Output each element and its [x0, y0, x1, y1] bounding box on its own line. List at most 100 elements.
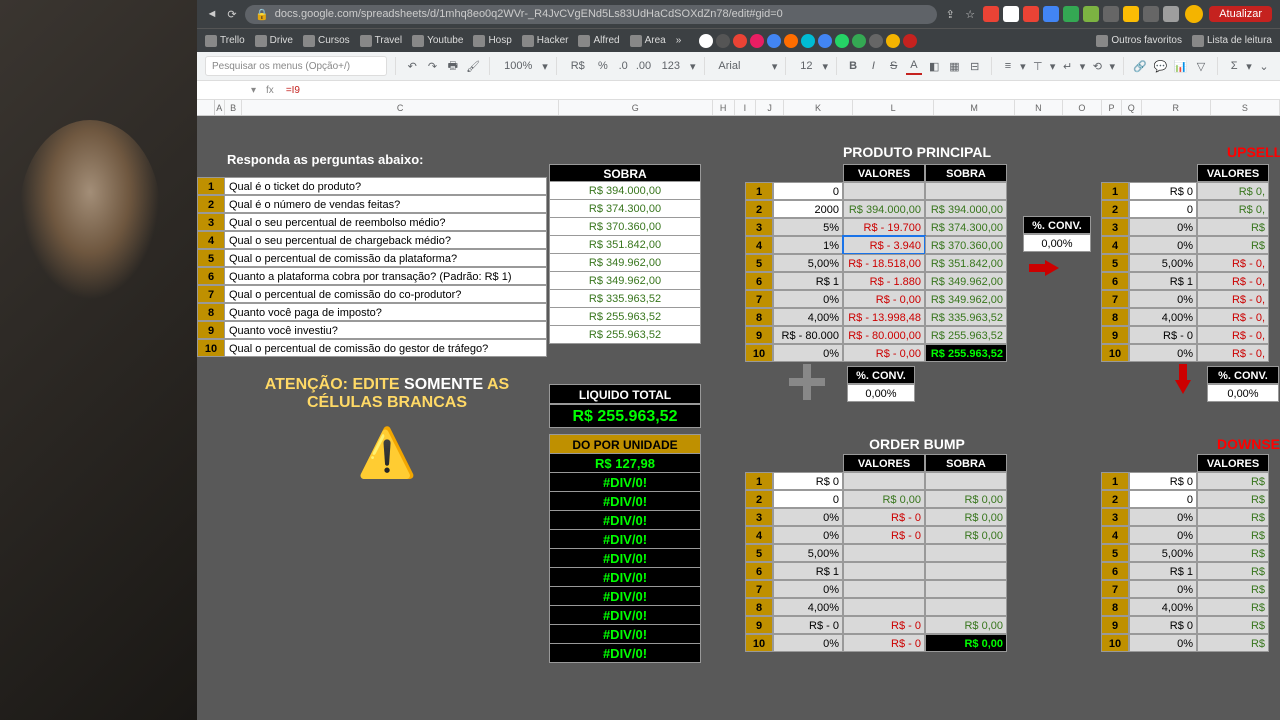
- currency-btn[interactable]: R$: [565, 60, 591, 72]
- bookmark-item[interactable]: Hacker: [522, 35, 569, 47]
- input-cell[interactable]: 0%: [773, 634, 843, 652]
- value-cell[interactable]: [843, 598, 925, 616]
- unidade-cell[interactable]: #DIV/0!: [549, 606, 701, 625]
- sobra-cell[interactable]: R$ 374.300,00: [549, 200, 701, 218]
- input-cell[interactable]: R$ 1: [1129, 272, 1197, 290]
- bookmark-item[interactable]: Alfred: [578, 35, 619, 47]
- bookmark-item[interactable]: Drive: [255, 35, 293, 47]
- unidade-cell[interactable]: #DIV/0!: [549, 492, 701, 511]
- back-icon[interactable]: ◄: [205, 7, 219, 21]
- input-cell[interactable]: R$ 0: [1129, 616, 1197, 634]
- sobra-cell[interactable]: R$ 349.962,00: [549, 254, 701, 272]
- value-cell[interactable]: R$: [1197, 526, 1269, 544]
- app-icon[interactable]: [750, 34, 764, 48]
- value-cell[interactable]: R$ - 80.000,00: [843, 326, 925, 344]
- input-cell[interactable]: 0%: [773, 580, 843, 598]
- halign-icon[interactable]: ≡: [1000, 57, 1016, 75]
- value-cell[interactable]: R$: [1197, 472, 1269, 490]
- input-cell[interactable]: R$ 1: [773, 562, 843, 580]
- value-cell[interactable]: R$: [1197, 544, 1269, 562]
- fontsize-select[interactable]: 12: [794, 60, 818, 72]
- value-cell[interactable]: R$ - 0: [843, 526, 925, 544]
- app-icon[interactable]: [869, 34, 883, 48]
- input-cell[interactable]: 0%: [773, 508, 843, 526]
- question-cell[interactable]: Qual o percentual de comissão da platafo…: [225, 249, 547, 267]
- avatar-icon[interactable]: [1185, 5, 1203, 23]
- strike-icon[interactable]: S: [886, 57, 902, 75]
- input-cell[interactable]: 0%: [1129, 526, 1197, 544]
- input-cell[interactable]: R$ 0: [1129, 472, 1197, 490]
- input-cell[interactable]: 0%: [773, 344, 843, 362]
- input-cell[interactable]: R$ - 0: [1129, 326, 1197, 344]
- value-cell[interactable]: [843, 544, 925, 562]
- input-cell[interactable]: 0%: [773, 526, 843, 544]
- sobra-cell[interactable]: R$ 335.963,52: [549, 290, 701, 308]
- font-select[interactable]: Arial: [712, 60, 767, 72]
- borders-icon[interactable]: ▦: [946, 57, 962, 75]
- input-cell[interactable]: 0%: [1129, 236, 1197, 254]
- sobra-cell[interactable]: [925, 562, 1007, 580]
- bookmark-item[interactable]: Area: [630, 35, 666, 47]
- value-cell[interactable]: R$ - 18.518,00: [843, 254, 925, 272]
- value-cell[interactable]: R$ - 0,: [1197, 254, 1269, 272]
- question-cell[interactable]: Qual o percentual de comissão do co-prod…: [225, 285, 547, 303]
- redo-icon[interactable]: ↷: [424, 57, 440, 75]
- formula-value[interactable]: =I9: [280, 85, 306, 96]
- input-cell[interactable]: R$ - 0: [773, 616, 843, 634]
- input-cell[interactable]: 5,00%: [773, 544, 843, 562]
- input-cell[interactable]: 2000: [773, 200, 843, 218]
- star-icon[interactable]: ☆: [963, 7, 977, 21]
- sobra-cell[interactable]: R$ 370.360,00: [549, 218, 701, 236]
- comment-icon[interactable]: 💬: [1152, 57, 1168, 75]
- puzzle-icon[interactable]: [1163, 6, 1179, 22]
- sobra-cell[interactable]: R$ 335.963,52: [925, 308, 1007, 326]
- sobra-cell[interactable]: R$ 0,00: [925, 634, 1007, 652]
- app-icon[interactable]: [903, 34, 917, 48]
- value-cell[interactable]: R$ 394.000,00: [843, 200, 925, 218]
- sobra-cell[interactable]: R$ 349.962,00: [925, 290, 1007, 308]
- question-cell[interactable]: Quanto você investiu?: [225, 321, 547, 339]
- value-cell[interactable]: R$ - 0: [843, 616, 925, 634]
- chevron-down-icon[interactable]: ▾: [247, 85, 260, 96]
- input-cell[interactable]: 5,00%: [1129, 544, 1197, 562]
- sobra-cell[interactable]: R$ 349.962,00: [549, 272, 701, 290]
- ext-icon[interactable]: [1123, 6, 1139, 22]
- input-cell[interactable]: R$ - 80.000: [773, 326, 843, 344]
- app-icon[interactable]: [852, 34, 866, 48]
- value-cell[interactable]: R$: [1197, 616, 1269, 634]
- value-cell[interactable]: R$ - 0,00: [843, 290, 925, 308]
- update-button[interactable]: Atualizar: [1209, 6, 1272, 22]
- unidade-cell[interactable]: #DIV/0!: [549, 473, 701, 492]
- sobra-cell[interactable]: [925, 580, 1007, 598]
- input-cell[interactable]: 0: [1129, 490, 1197, 508]
- value-cell[interactable]: R$: [1197, 562, 1269, 580]
- input-cell[interactable]: 0%: [1129, 290, 1197, 308]
- bookmark-item[interactable]: Hosp: [473, 35, 511, 47]
- unidade-cell[interactable]: #DIV/0!: [549, 587, 701, 606]
- italic-icon[interactable]: I: [865, 57, 881, 75]
- rotate-icon[interactable]: ⟲: [1089, 57, 1105, 75]
- app-icon[interactable]: [886, 34, 900, 48]
- input-cell[interactable]: R$ 0: [1129, 182, 1197, 200]
- input-cell[interactable]: 4,00%: [773, 598, 843, 616]
- input-cell[interactable]: 5%: [773, 218, 843, 236]
- sobra-cell[interactable]: R$ 255.963,52: [925, 326, 1007, 344]
- valign-icon[interactable]: ⊤: [1030, 57, 1046, 75]
- value-cell[interactable]: R$ - 0,: [1197, 344, 1269, 362]
- bookmark-item[interactable]: Travel: [360, 35, 402, 47]
- input-cell[interactable]: 0%: [1129, 344, 1197, 362]
- ext-icon[interactable]: [1043, 6, 1059, 22]
- ext-icon[interactable]: [983, 6, 999, 22]
- sobra-cell[interactable]: R$ 255.963,52: [549, 326, 701, 344]
- bookmark-overflow-icon[interactable]: »: [676, 35, 682, 46]
- app-icon[interactable]: [784, 34, 798, 48]
- input-cell[interactable]: 0%: [1129, 218, 1197, 236]
- value-cell[interactable]: R$ - 1.880: [843, 272, 925, 290]
- input-cell[interactable]: 4,00%: [1129, 598, 1197, 616]
- ext-icon[interactable]: [1063, 6, 1079, 22]
- text-color-icon[interactable]: A: [906, 57, 922, 75]
- question-cell[interactable]: Quanto você paga de imposto?: [225, 303, 547, 321]
- unidade-cell[interactable]: #DIV/0!: [549, 549, 701, 568]
- question-cell[interactable]: Quanto a plataforma cobra por transação?…: [225, 267, 547, 285]
- app-icon[interactable]: [767, 34, 781, 48]
